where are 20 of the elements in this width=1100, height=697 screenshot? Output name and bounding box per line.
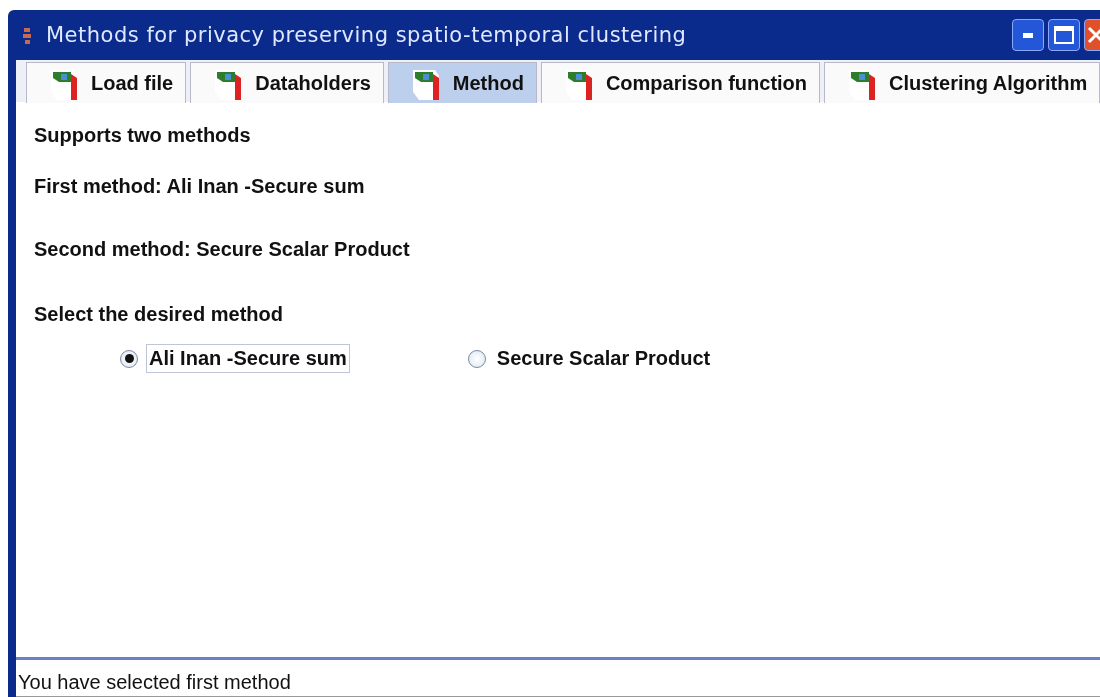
tab[interactable]: Comparison function [540,62,821,103]
label-text: Second method: Secure Scalar Product [34,238,411,261]
tab[interactable]: Dataholders [190,62,384,103]
window-title: Methods for privacy preserving spatio-temporal clustering [46,23,687,47]
radio-button[interactable] [467,349,486,368]
label-text: Select the desired method [34,303,284,326]
status-bar: You have selected first method [16,660,1100,697]
tab[interactable]: Clustering Algorithm [824,62,1100,103]
radio-button[interactable] [120,349,138,368]
label-text: First method: Ali Inan -Secure sum [34,175,366,198]
tab[interactable]: Method [387,62,537,103]
maximize-button[interactable] [1048,19,1080,51]
radio-label[interactable]: Ali Inan -Secure sum [146,344,350,373]
maximize-icon [1054,26,1074,44]
close-icon [1087,26,1100,44]
minimize-button[interactable] [1012,19,1044,51]
minimize-icon [1023,32,1033,38]
radio-label[interactable]: Secure Scalar Product [493,344,714,373]
label-text: Supports two methods [34,124,252,147]
tab[interactable]: Load file [26,62,187,103]
